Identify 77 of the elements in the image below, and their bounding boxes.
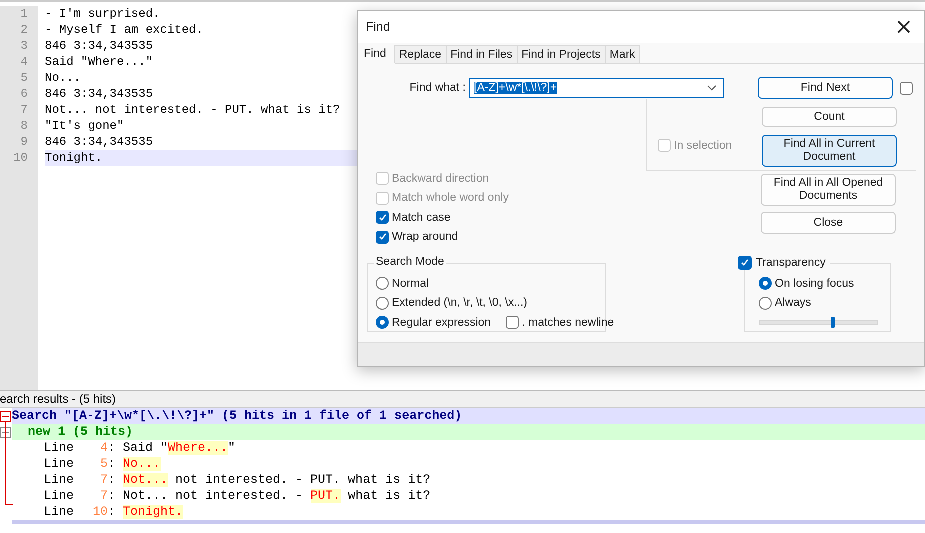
dialog-title: Find bbox=[366, 20, 390, 34]
checkbox[interactable] bbox=[506, 316, 520, 330]
checkbox-label[interactable]: Wrap around bbox=[392, 231, 458, 244]
checkbox-label[interactable]: . matches newline bbox=[522, 316, 614, 329]
find-all-button[interactable]: Find All in All Opened Documents bbox=[761, 174, 896, 206]
line-number: 5 bbox=[20, 70, 29, 86]
hit-line-number: 4 bbox=[99, 440, 108, 456]
tab[interactable]: Replace bbox=[394, 45, 447, 63]
radio-label[interactable]: Extended (\n, \r, \t, \0, \x...) bbox=[392, 297, 528, 310]
code-line: 846 3:34,343535 bbox=[45, 87, 154, 101]
hit-line-number: 10 bbox=[92, 504, 108, 520]
radio-label[interactable]: Regular expression bbox=[392, 316, 492, 329]
hit-line-number: 5 bbox=[99, 456, 108, 472]
field-label: Find what : bbox=[408, 82, 467, 94]
collapse-icon[interactable] bbox=[0, 411, 11, 422]
line-number: 8 bbox=[20, 118, 29, 134]
collapse-icon[interactable] bbox=[0, 427, 11, 438]
slider-thumb[interactable] bbox=[830, 317, 835, 328]
line-number: 3 bbox=[20, 38, 29, 54]
checkbox[interactable] bbox=[376, 230, 389, 244]
radio-button[interactable] bbox=[376, 296, 389, 310]
line-label: Line bbox=[44, 440, 76, 456]
checkmark-icon bbox=[378, 232, 388, 242]
count-button[interactable]: Count bbox=[762, 107, 897, 127]
find-next-button[interactable]: Find Next bbox=[758, 77, 893, 99]
radio-label[interactable]: On losing focus bbox=[775, 278, 854, 290]
hit-text[interactable]: : Not... not interested. - PUT. what is it? bbox=[108, 488, 431, 504]
close-dialog-button[interactable]: Close bbox=[761, 212, 896, 234]
line-number: 10 bbox=[12, 150, 29, 166]
checkmark-icon bbox=[740, 258, 750, 268]
find-all-button[interactable]: Find All in Current Document bbox=[762, 135, 897, 167]
line-number: 7 bbox=[20, 102, 29, 118]
line-label: Line bbox=[44, 456, 76, 472]
tab[interactable]: Find in Projects bbox=[516, 45, 606, 63]
line-label: Line bbox=[44, 472, 76, 488]
hit-line-number: 7 bbox=[99, 488, 108, 504]
radio-label[interactable]: Always bbox=[775, 297, 812, 310]
checkbox[interactable] bbox=[376, 211, 389, 224]
search-summary[interactable]: Search "[A-Z]+\w*[\.\!\?]+" (5 hits in 1 file of 1 searched) bbox=[12, 408, 925, 424]
line-number: 2 bbox=[20, 22, 29, 38]
hit-text[interactable]: : Said "Where..." bbox=[108, 440, 236, 456]
hit-line-number: 7 bbox=[99, 472, 108, 488]
code-line: - I'm surprised. bbox=[45, 7, 160, 21]
hit-text[interactable]: : Not... not interested. - PUT. what is it? bbox=[108, 472, 431, 488]
transparency-slider[interactable] bbox=[759, 320, 878, 325]
radio-button[interactable] bbox=[376, 277, 389, 290]
code-line: No... bbox=[45, 71, 82, 85]
chevron-down-icon[interactable] bbox=[707, 85, 717, 91]
line-number: 1 bbox=[20, 6, 29, 22]
close-button[interactable]: × bbox=[884, 11, 924, 43]
checkmark-icon bbox=[378, 212, 388, 223]
find-what-field[interactable]: [A-Z]+\w*[\.\!\?]+ bbox=[469, 78, 724, 98]
checkbox[interactable] bbox=[738, 256, 752, 270]
code-line: Not... not interested. - PUT. what is it? bbox=[45, 103, 340, 117]
radio-label[interactable]: Normal bbox=[392, 278, 430, 290]
group-title: Search Mode bbox=[374, 256, 446, 268]
radio-button[interactable] bbox=[759, 277, 772, 290]
checkbox[interactable] bbox=[900, 82, 913, 94]
line-number: 9 bbox=[20, 134, 29, 150]
line-label: Line bbox=[44, 488, 76, 504]
tab[interactable]: Find bbox=[358, 43, 396, 64]
line-number: 4 bbox=[20, 54, 29, 70]
code-line: "It's gone" bbox=[45, 119, 124, 133]
line-number: 6 bbox=[20, 86, 29, 102]
file-result[interactable]: new 1 (5 hits) bbox=[12, 424, 925, 440]
code-line: Said "Where..." bbox=[45, 55, 154, 69]
code-line: - Myself I am excited. bbox=[45, 23, 204, 37]
line-label: Line bbox=[44, 504, 76, 520]
code-line: 846 3:34,343535 bbox=[45, 135, 154, 149]
checkbox-label[interactable]: Match case bbox=[392, 212, 451, 224]
radio-button[interactable] bbox=[376, 316, 389, 330]
tab[interactable]: Mark bbox=[604, 45, 640, 63]
code-line: 846 3:34,343535 bbox=[45, 39, 154, 53]
radio-button[interactable] bbox=[759, 296, 772, 310]
code-line: Tonight. bbox=[45, 151, 103, 165]
panel-title: earch results - (5 hits) bbox=[0, 392, 116, 406]
tab[interactable]: Find in Files bbox=[446, 45, 518, 63]
